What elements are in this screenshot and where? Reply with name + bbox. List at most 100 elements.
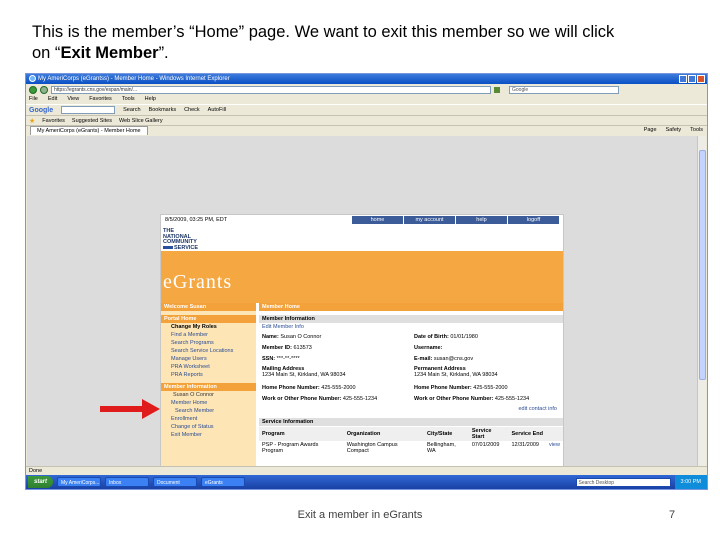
scrollbar-thumb[interactable] [699, 150, 706, 380]
datetime-text: 8/5/2009, 03:25 PM, EDT [165, 217, 228, 223]
taskbar-item[interactable]: Document [153, 477, 198, 487]
member-info-section-head: Member Information [259, 315, 563, 323]
suggested-sites-link[interactable]: Suggested Sites [72, 118, 112, 124]
window-controls [679, 75, 705, 83]
system-clock: 3:00 PM [674, 475, 707, 489]
ssn-value: ***-**-**** [276, 356, 300, 362]
left-nav-exit-member[interactable]: Exit Member [161, 431, 256, 439]
tools-menu[interactable]: Tools [690, 127, 703, 133]
slide-footer: Exit a member in eGrants [297, 509, 423, 521]
info-row: Name: Susan O Connor Date of Birth: 01/0… [262, 334, 478, 340]
portal-home-link[interactable]: Portal Home [161, 315, 256, 323]
toolbar-autofill-button[interactable]: AutoFill [208, 107, 226, 113]
menu-help[interactable]: Help [145, 95, 156, 104]
command-bar: Page Safety Tools [644, 127, 703, 133]
nav-logoff-link[interactable]: logoff [507, 216, 559, 224]
toolbar-check-button[interactable]: Check [184, 107, 200, 113]
breadcrumb: Member Home [259, 303, 563, 311]
favorites-bar: ★ Favorites Suggested Sites Web Slice Ga… [26, 116, 707, 126]
service-table: Program Organization City/State Service … [259, 427, 563, 455]
left-nav-manage-users[interactable]: Manage Users [161, 355, 256, 363]
close-icon[interactable] [697, 75, 705, 83]
left-nav-pra-worksheet[interactable]: PRA Worksheet [161, 363, 256, 371]
nav-home-link[interactable]: home [351, 216, 403, 224]
caption-line-2: on “Exit Member”. [32, 44, 169, 62]
browser-search-input[interactable]: Google [509, 85, 619, 94]
vertical-scrollbar[interactable] [697, 136, 706, 467]
tab-member-home[interactable]: My AmeriCorps (eGrants) - Member Home [30, 126, 148, 135]
toolbar-bookmarks-button[interactable]: Bookmarks [149, 107, 177, 113]
info-row: Work or Other Phone Number: 425-555-1234… [262, 396, 530, 402]
nav-my-account-link[interactable]: my account [403, 216, 455, 224]
caption-line-1: This is the member’s “Home” page. We wan… [32, 23, 615, 41]
left-nav-search-member[interactable]: Search Member [161, 407, 256, 415]
desktop-search-input[interactable]: Search Desktop [575, 477, 671, 487]
maximize-icon[interactable] [688, 75, 696, 83]
left-nav-search-programs[interactable]: Search Programs [161, 339, 256, 347]
slide-page-number: 7 [669, 509, 676, 521]
page-header: 8/5/2009, 03:25 PM, EDT home my account … [161, 215, 563, 303]
main-content: Member Home Member Information Edit Memb… [259, 303, 563, 466]
web-slice-gallery-link[interactable]: Web Slice Gallery [119, 118, 163, 124]
favorites-button[interactable]: Favorites [42, 118, 65, 124]
red-arrow-icon [100, 399, 160, 419]
dob-value: 01/01/1980 [450, 334, 478, 340]
view-service-link[interactable]: view [546, 441, 563, 455]
google-search-input[interactable] [61, 106, 116, 114]
toolbar-search-button[interactable]: Search [123, 107, 140, 113]
col-organization[interactable]: Organization [343, 427, 424, 441]
left-nav-change-my-roles[interactable]: Change My Roles [161, 323, 256, 331]
menu-edit[interactable]: Edit [48, 95, 57, 104]
ie-icon [29, 75, 36, 82]
nav-help-link[interactable]: help [455, 216, 507, 224]
taskbar-item[interactable]: eGrants [201, 477, 246, 487]
member-name-label: Susan O Connor [173, 392, 214, 398]
safety-menu[interactable]: Safety [666, 127, 682, 133]
member-id-value: 613573 [293, 345, 312, 351]
page-menu[interactable]: Page [644, 127, 657, 133]
permanent-address-value: 1234 Main St, Kirkland, WA 98034 [414, 372, 498, 378]
info-row: Member ID: 613573 Username: [262, 345, 443, 351]
left-nav: Welcome Susan Portal Home Change My Role… [161, 303, 256, 466]
ncs-logo: THE NATIONAL COMMUNITY SERVICE [163, 228, 199, 251]
taskbar-item[interactable]: Inbox [105, 477, 150, 487]
col-action [545, 427, 563, 441]
edit-member-info-link[interactable]: Edit Member Info [259, 323, 563, 332]
go-icon[interactable] [494, 86, 500, 93]
egrants-page: 8/5/2009, 03:25 PM, EDT home my account … [160, 214, 564, 467]
col-service-start[interactable]: Service Start [468, 427, 509, 441]
edit-contact-info-link[interactable]: edit contact info [259, 405, 563, 414]
exit-member-emphasis: Exit Member [60, 44, 159, 62]
left-nav-pra-reports[interactable]: PRA Reports [161, 371, 256, 379]
favorites-star-icon[interactable]: ★ [29, 117, 35, 125]
left-nav-change-of-status[interactable]: Change of Status [161, 423, 256, 431]
info-row: SSN: ***-**-**** E-mail: susan@cns.gov [262, 356, 474, 362]
forward-icon[interactable] [40, 85, 48, 94]
tab-bar: My AmeriCorps (eGrants) - Member Home Pa… [26, 126, 707, 135]
address-block: Mailing Address 1234 Main St, Kirkland, W… [259, 365, 563, 383]
menu-favorites[interactable]: Favorites [89, 95, 112, 104]
left-nav-search-locations[interactable]: Search Service Locations [161, 347, 256, 355]
col-city-state[interactable]: City/State [423, 427, 469, 441]
google-toolbar: Google Search Bookmarks Check AutoFill [26, 104, 707, 116]
menu-file[interactable]: File [29, 95, 38, 104]
mailing-address-value: 1234 Main St, Kirkland, WA 98034 [262, 372, 346, 378]
back-icon[interactable] [29, 85, 37, 94]
menu-view[interactable]: View [67, 95, 79, 104]
start-button[interactable]: start [28, 476, 54, 488]
left-nav-find-member[interactable]: Find a Member [161, 331, 256, 339]
menu-bar: File Edit View Favorites Tools Help [26, 95, 707, 104]
col-service-end[interactable]: Service End [508, 427, 546, 441]
flag-icon [163, 245, 173, 249]
member-name-value: Susan O Connor [280, 334, 322, 340]
browser-window: My AmeriCorps (eGrantss) - Member Home -… [25, 73, 708, 490]
left-nav-enrollment[interactable]: Enrollment [161, 415, 256, 423]
col-program[interactable]: Program [259, 427, 344, 441]
left-nav-member-home[interactable]: Member Home [161, 399, 256, 407]
url-input[interactable]: https://egrants.cns.gov/espan/main/... [51, 85, 491, 94]
menu-tools[interactable]: Tools [122, 95, 135, 104]
taskbar-item[interactable]: My AmeriCorps... [57, 477, 102, 487]
minimize-icon[interactable] [679, 75, 687, 83]
egrants-logo: eGrants [163, 271, 233, 293]
welcome-heading: Welcome Susan [161, 303, 256, 311]
